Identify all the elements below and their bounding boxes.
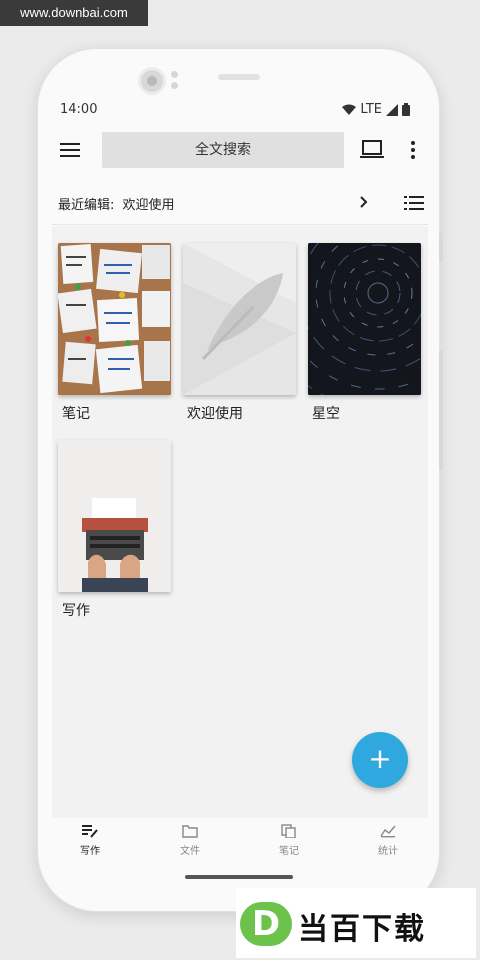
battery-icon (402, 103, 410, 116)
nav-label: 文件 (180, 846, 200, 857)
app-bar: 全文搜索 (52, 130, 428, 174)
earpiece-speaker (218, 74, 260, 80)
notes-icon (281, 824, 296, 838)
notebook-card[interactable]: 笔记 (58, 243, 171, 423)
notebook-title: 写作 (62, 603, 90, 619)
notebook-card[interactable]: 欢迎使用 (183, 243, 296, 423)
notebook-cover-feather (183, 243, 296, 395)
add-fab-button[interactable]: + (352, 732, 408, 788)
nav-label: 写作 (80, 846, 100, 857)
nav-item-write[interactable]: 写作 (60, 824, 120, 857)
notebook-grid: 笔记 欢迎使用 星空 写作 (52, 226, 428, 818)
notebook-title: 笔记 (62, 406, 90, 422)
logo-letter: D (240, 902, 292, 946)
write-icon (82, 825, 98, 838)
front-camera (138, 67, 166, 95)
notebook-cover-star-trails (308, 243, 421, 395)
home-indicator[interactable] (185, 875, 293, 879)
divider (52, 224, 428, 225)
logo-text: 当百下载 (298, 912, 426, 947)
app-screen: 14:00 LTE 全文搜索 最近编辑: 欢迎使用 笔记 欢迎使用 星空 写作 … (52, 96, 428, 870)
chevron-right-icon[interactable] (360, 196, 368, 208)
sensor (171, 71, 178, 78)
list-view-icon[interactable] (404, 196, 424, 210)
recent-edit-value: 欢迎使用 (122, 198, 175, 213)
recent-edit-text: 最近编辑: 欢迎使用 (58, 194, 175, 213)
side-button (439, 350, 443, 470)
volume-button (439, 232, 443, 262)
nav-item-files[interactable]: 文件 (160, 824, 220, 857)
notebook-title: 星空 (312, 406, 340, 422)
wifi-icon (342, 104, 357, 115)
nav-label: 统计 (378, 846, 398, 857)
notebook-card[interactable]: 星空 (308, 243, 421, 423)
nav-item-stats[interactable]: 统计 (358, 824, 418, 857)
notebook-cover-sticky-notes (58, 243, 171, 395)
status-bar: 14:00 LTE (60, 102, 420, 120)
fulltext-search-button[interactable]: 全文搜索 (102, 132, 344, 168)
watermark-logo: D 当百下载 (236, 888, 476, 958)
nav-label: 笔记 (279, 846, 299, 857)
recent-edit-label: 最近编辑: (58, 198, 115, 213)
status-time: 14:00 (60, 102, 98, 117)
signal-icon (386, 103, 398, 116)
notebook-cover-typewriter (58, 440, 171, 592)
recent-edit-row[interactable]: 最近编辑: 欢迎使用 (52, 184, 428, 222)
folder-icon (182, 825, 198, 838)
more-vert-icon[interactable] (410, 140, 416, 160)
watermark-site: www.downbai.com (0, 0, 148, 26)
notebook-card[interactable]: 写作 (58, 440, 171, 620)
network-type: LTE (360, 102, 382, 117)
menu-icon[interactable] (60, 142, 80, 158)
nav-item-notes[interactable]: 笔记 (259, 824, 319, 857)
notebook-title: 欢迎使用 (187, 406, 243, 422)
laptop-icon[interactable] (360, 140, 384, 160)
stats-icon (380, 825, 396, 838)
bottom-navigation: 写作 文件 笔记 统计 (52, 818, 428, 870)
